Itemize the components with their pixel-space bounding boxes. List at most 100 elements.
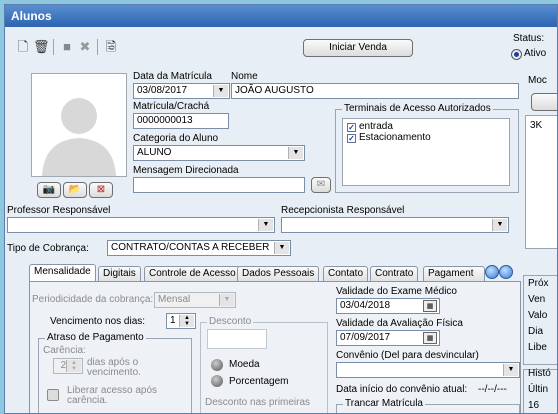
avaliacao-label: Validade da Avaliação Física: [336, 318, 463, 329]
right-side-label: Libe: [528, 342, 547, 353]
avaliacao-date-field[interactable]: 07/09/2017 ▦: [336, 330, 440, 346]
calendar-icon[interactable]: ▦: [423, 300, 437, 312]
open-folder-button[interactable]: 📂: [63, 182, 87, 198]
atraso-group: Atraso de Pagamento Carência: 2 ▲ ▼ dias …: [38, 332, 192, 413]
save-icon[interactable]: ■: [59, 39, 75, 55]
periodicidade-label: Periodicidade da cobrança:: [32, 294, 154, 305]
periodicidade-value: Mensal: [158, 294, 191, 305]
chevron-down-icon[interactable]: ▼: [213, 85, 228, 97]
nome-label: Nome: [231, 71, 258, 82]
chevron-down-icon[interactable]: ▼: [288, 147, 303, 159]
tab-contrato[interactable]: Contrato: [370, 266, 419, 281]
categoria-label: Categoria do Aluno: [133, 133, 219, 144]
cobranca-select[interactable]: CONTRATO/CONTAS A RECEBER ▼: [107, 240, 291, 256]
carencia-text: carência.: [67, 395, 108, 406]
chevron-down-icon[interactable]: ▼: [219, 294, 234, 306]
person-silhouette-icon: [42, 98, 116, 176]
convenio-label: Convênio (Del para desvincular): [336, 350, 479, 361]
ativo-radio[interactable]: [511, 49, 522, 60]
inicio-value: --/--/---: [478, 384, 507, 395]
right-side-label: Próx: [528, 278, 549, 289]
chevron-down-icon[interactable]: ▼: [258, 219, 273, 231]
periodicidade-select[interactable]: Mensal ▼: [154, 292, 236, 308]
convenio-select[interactable]: ▼: [336, 362, 520, 378]
tab-digitais[interactable]: Digitais: [98, 266, 141, 281]
terminal-checkbox[interactable]: ✓: [347, 134, 356, 143]
liberar-checkbox[interactable]: [47, 389, 59, 401]
porcentagem-radio[interactable]: [211, 375, 223, 387]
professor-label: Professor Responsável: [7, 205, 111, 216]
atraso-title: Atraso de Pagamento: [45, 332, 146, 343]
tab-mensalidade[interactable]: Mensalidade: [29, 264, 96, 282]
right-panel-label: Moc: [528, 75, 547, 86]
desconto-group: Desconto Moeda Porcentagem Desconto nas …: [200, 316, 328, 413]
tab-controle-acesso[interactable]: Controle de Acesso: [144, 266, 241, 281]
right-side-label: Histó: [528, 368, 551, 379]
chevron-down-icon[interactable]: ▼: [492, 219, 507, 231]
new-icon[interactable]: 🗋: [15, 39, 31, 55]
chevron-down-icon[interactable]: ▼: [503, 364, 518, 376]
vencimento-label: Vencimento nos dias:: [50, 316, 146, 327]
terminal-checkbox[interactable]: ✓: [347, 123, 356, 132]
delete-photo-button[interactable]: ⊠: [89, 182, 113, 198]
mensagem-label: Mensagem Direcionada: [133, 165, 239, 176]
avaliacao-value: 07/09/2017: [340, 332, 391, 343]
print-icon[interactable]: 🗟: [103, 39, 119, 55]
status-label: Status:: [513, 33, 545, 44]
professor-select[interactable]: ▼: [7, 217, 275, 233]
recepcionista-select[interactable]: ▼: [281, 217, 509, 233]
tab-dados-pessoais[interactable]: Dados Pessoais: [237, 266, 320, 281]
terminais-list: ✓ entrada ✓ Estacionamento: [342, 118, 510, 186]
vencimento-stepper[interactable]: 1 ▲ ▼: [166, 313, 196, 329]
right-panel-text: 3K: [530, 120, 543, 131]
right-side-label: Últin: [528, 384, 549, 395]
terminais-group: Terminais de Acesso Autorizados ✓ entrad…: [335, 103, 519, 193]
cobranca-label: Tipo de Cobrança:: [7, 243, 89, 254]
right-side-label: Dia: [528, 326, 544, 337]
exame-label: Validade do Exame Médico: [336, 286, 457, 297]
terminais-title: Terminais de Acesso Autorizados: [342, 103, 493, 114]
data-matricula-label: Data da Matrícula: [133, 71, 212, 82]
tab-contato[interactable]: Contato: [323, 266, 369, 281]
desconto-title: Desconto: [207, 316, 254, 327]
matricula-label: Matrícula/Crachá: [133, 101, 210, 112]
inicio-label: Data início do convênio atual:: [336, 384, 468, 395]
categoria-select[interactable]: ALUNO ▼: [133, 145, 305, 161]
recepcionista-label: Recepcionista Responsável: [281, 205, 405, 216]
chevron-down-icon[interactable]: ▼: [274, 242, 289, 254]
alunos-window: Alunos 🗋 🗑 ■ ✖ 🗟 Iniciar Venda Status: A…: [4, 4, 558, 414]
mensagem-field[interactable]: [133, 177, 305, 193]
vencimento-value: 1: [170, 315, 176, 326]
moeda-label: Moeda: [229, 359, 260, 370]
toolbar-separator: [97, 39, 98, 55]
cancel-icon[interactable]: ✖: [77, 39, 93, 55]
moeda-radio[interactable]: [211, 359, 223, 371]
desconto-value-field[interactable]: [207, 329, 267, 349]
camera-button[interactable]: 📷: [37, 182, 61, 198]
spinner-icon[interactable]: ▲ ▼: [66, 360, 81, 372]
tab-scroll-right-icon[interactable]: [499, 265, 513, 279]
tab-scroll-left-icon[interactable]: [485, 265, 499, 279]
historico-group: Histó Últin 16: [523, 368, 557, 413]
trash-icon[interactable]: 🗑: [33, 39, 50, 55]
porcentagem-label: Porcentagem: [229, 376, 289, 387]
exame-date-field[interactable]: 03/04/2018 ▦: [336, 298, 440, 314]
camera-icon: 📷: [42, 184, 56, 195]
proximo-group: Próx Ven Valo Dia Libe: [523, 275, 557, 365]
spinner-icon[interactable]: ▲ ▼: [179, 315, 194, 327]
calendar-icon[interactable]: ▦: [423, 332, 437, 344]
right-side-label: 16: [528, 400, 540, 411]
right-panel-button[interactable]: [531, 93, 557, 111]
message-button[interactable]: ✉: [311, 177, 331, 193]
start-sale-button[interactable]: Iniciar Venda: [303, 39, 413, 57]
nome-field[interactable]: JOÃO AUGUSTO: [231, 83, 519, 99]
trancar-title: Trancar Matrícula: [343, 398, 425, 409]
data-matricula-field[interactable]: 03/08/2017 ▼: [133, 83, 230, 99]
toolbar-separator: [53, 39, 54, 55]
carencia-stepper[interactable]: 2 ▲ ▼: [53, 358, 83, 374]
tab-pagamento[interactable]: Pagament: [423, 266, 485, 281]
exame-value: 03/04/2018: [340, 300, 391, 311]
categoria-value: ALUNO: [137, 147, 172, 158]
matricula-field[interactable]: 0000000013: [133, 113, 229, 129]
carencia-label: Carência:: [43, 345, 86, 356]
